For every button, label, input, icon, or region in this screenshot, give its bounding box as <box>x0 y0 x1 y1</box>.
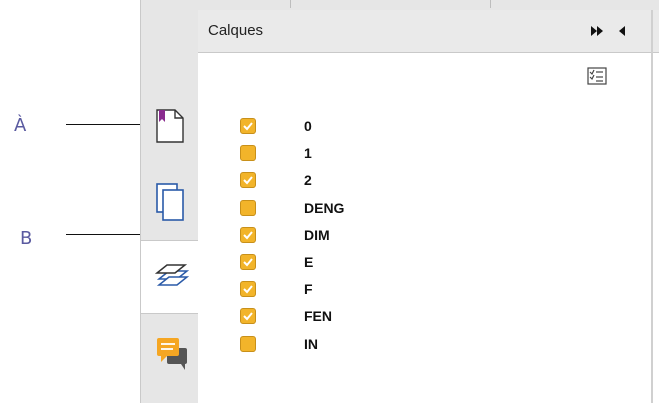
layer-name: DIM <box>304 226 330 243</box>
checkbox-unchecked[interactable] <box>240 199 256 216</box>
checkbox-checked[interactable] <box>240 281 256 298</box>
checkmark-icon <box>243 122 253 131</box>
layer-name: FEN <box>304 308 332 325</box>
checkbox-checked[interactable] <box>240 118 256 134</box>
checkmark-icon <box>243 231 253 240</box>
layer-options-icon[interactable] <box>587 67 607 90</box>
layer-name: 1 <box>304 145 312 162</box>
divider <box>290 0 291 8</box>
layer-name: 0 <box>304 118 312 134</box>
layer-name: 2 <box>304 172 312 189</box>
checkmark-icon <box>243 285 253 294</box>
checkbox-unchecked[interactable] <box>240 145 256 162</box>
page-bookmark-icon <box>156 109 184 143</box>
layer-name: F <box>304 281 313 298</box>
panel-border <box>651 10 653 403</box>
side-panel-strip <box>140 0 200 403</box>
tab-pages[interactable] <box>141 166 199 238</box>
layers-icon <box>155 264 189 286</box>
checkmark-icon <box>243 258 253 267</box>
divider <box>490 0 491 8</box>
comments-icon <box>157 338 187 370</box>
checkbox-unchecked[interactable] <box>240 335 256 352</box>
checkbox-checked[interactable] <box>240 226 256 243</box>
layer-name: IN <box>304 335 318 352</box>
tab-comments[interactable] <box>141 320 199 392</box>
tab-layers[interactable] <box>141 240 200 314</box>
checkmark-icon <box>243 176 253 185</box>
callout-label-b: B <box>20 228 33 249</box>
checkbox-checked[interactable] <box>240 172 256 189</box>
layer-name: E <box>304 254 314 270</box>
layers-panel: Calques 0 1 2 DENG DIM E F FEN IN <box>198 10 659 403</box>
checkbox-checked[interactable] <box>240 308 256 325</box>
tab-bookmarks[interactable] <box>141 92 199 164</box>
layer-name: DENG <box>304 199 345 216</box>
callout-label-a: À <box>14 115 27 136</box>
pages-icon <box>156 183 184 221</box>
panel-title: Calques <box>208 22 264 39</box>
checkmark-icon <box>243 312 253 321</box>
collapse-left-icon[interactable] <box>618 24 626 42</box>
panel-header: Calques <box>198 10 659 53</box>
checkbox-checked[interactable] <box>240 254 256 270</box>
toolbar-strip <box>198 0 659 10</box>
fast-forward-icon[interactable] <box>590 24 604 42</box>
